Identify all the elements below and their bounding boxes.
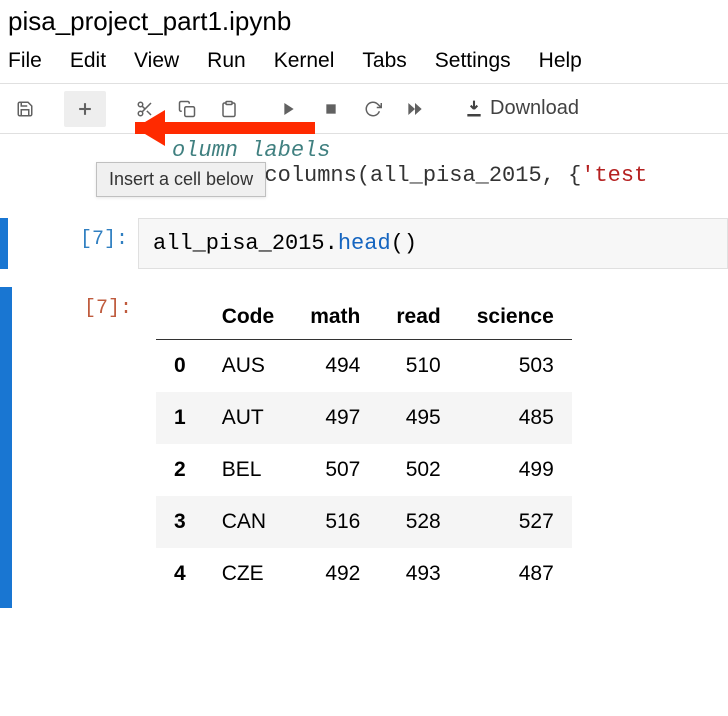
code-method: head: [338, 231, 391, 256]
row-science: 499: [459, 444, 572, 496]
menu-kernel[interactable]: Kernel: [274, 49, 335, 73]
tooltip-insert-cell-below: Insert a cell below: [96, 162, 266, 197]
download-label: Download: [490, 97, 579, 120]
save-button[interactable]: [4, 91, 46, 127]
row-math: 516: [292, 496, 378, 548]
input-cell: [7]: all_pisa_2015.head(): [0, 218, 728, 269]
menu-view[interactable]: View: [134, 49, 179, 73]
row-math: 507: [292, 444, 378, 496]
output-body: Code math read science 0 AUS 494 510 503: [142, 287, 728, 608]
row-index: 3: [156, 496, 204, 548]
code-object: all_pisa_2015.: [153, 231, 338, 256]
row-code: CZE: [204, 548, 293, 600]
row-read: 493: [378, 548, 458, 600]
input-prompt: [7]:: [8, 218, 138, 269]
table-row: 4 CZE 492 493 487: [156, 548, 572, 600]
menu-file[interactable]: File: [8, 49, 42, 73]
code-string-fragment: 'test: [581, 163, 647, 188]
cell-selection-bar[interactable]: [0, 218, 8, 269]
row-math: 497: [292, 392, 378, 444]
menu-edit[interactable]: Edit: [70, 49, 106, 73]
copy-cell-button[interactable]: [166, 91, 208, 127]
row-read: 495: [378, 392, 458, 444]
row-math: 492: [292, 548, 378, 600]
table-row: 1 AUT 497 495 485: [156, 392, 572, 444]
row-index: 0: [156, 340, 204, 393]
download-button[interactable]: Download: [454, 91, 589, 127]
row-code: CAN: [204, 496, 293, 548]
row-science: 527: [459, 496, 572, 548]
col-math: math: [292, 295, 378, 340]
table-header-row: Code math read science: [156, 295, 572, 340]
menu-tabs[interactable]: Tabs: [362, 49, 406, 73]
insert-cell-below-button[interactable]: [64, 91, 106, 127]
restart-run-all-button[interactable]: [394, 91, 436, 127]
col-read: read: [378, 295, 458, 340]
row-read: 510: [378, 340, 458, 393]
cut-cell-button[interactable]: [124, 91, 166, 127]
menu-settings[interactable]: Settings: [435, 49, 511, 73]
row-read: 502: [378, 444, 458, 496]
col-index: [156, 295, 204, 340]
code-parens: (): [391, 231, 417, 256]
col-science: science: [459, 295, 572, 340]
row-index: 1: [156, 392, 204, 444]
code-comment-fragment: olumn labels: [172, 138, 330, 163]
menu-bar: File Edit View Run Kernel Tabs Settings …: [0, 45, 728, 84]
code-editor[interactable]: all_pisa_2015.head(): [138, 218, 728, 269]
interrupt-kernel-button[interactable]: [310, 91, 352, 127]
notebook-area: olumn labels rename_columns(all_pisa_201…: [0, 134, 728, 608]
output-cell: [7]: Code math read science 0 AUS: [0, 287, 728, 608]
row-code: AUT: [204, 392, 293, 444]
row-index: 4: [156, 548, 204, 600]
row-science: 485: [459, 392, 572, 444]
row-code: BEL: [204, 444, 293, 496]
notebook-filename: pisa_project_part1.ipynb: [0, 0, 728, 45]
run-cell-button[interactable]: [268, 91, 310, 127]
output-selection-bar[interactable]: [0, 287, 12, 608]
table-row: 2 BEL 507 502 499: [156, 444, 572, 496]
menu-run[interactable]: Run: [207, 49, 246, 73]
restart-kernel-button[interactable]: [352, 91, 394, 127]
row-index: 2: [156, 444, 204, 496]
col-code: Code: [204, 295, 293, 340]
paste-cell-button[interactable]: [208, 91, 250, 127]
menu-help[interactable]: Help: [539, 49, 582, 73]
toolbar: Download: [0, 84, 728, 134]
row-code: AUS: [204, 340, 293, 393]
dataframe-table: Code math read science 0 AUS 494 510 503: [156, 295, 572, 600]
table-row: 3 CAN 516 528 527: [156, 496, 572, 548]
row-read: 528: [378, 496, 458, 548]
table-row: 0 AUS 494 510 503: [156, 340, 572, 393]
row-science: 503: [459, 340, 572, 393]
row-math: 494: [292, 340, 378, 393]
output-prompt: [7]:: [12, 287, 142, 608]
row-science: 487: [459, 548, 572, 600]
